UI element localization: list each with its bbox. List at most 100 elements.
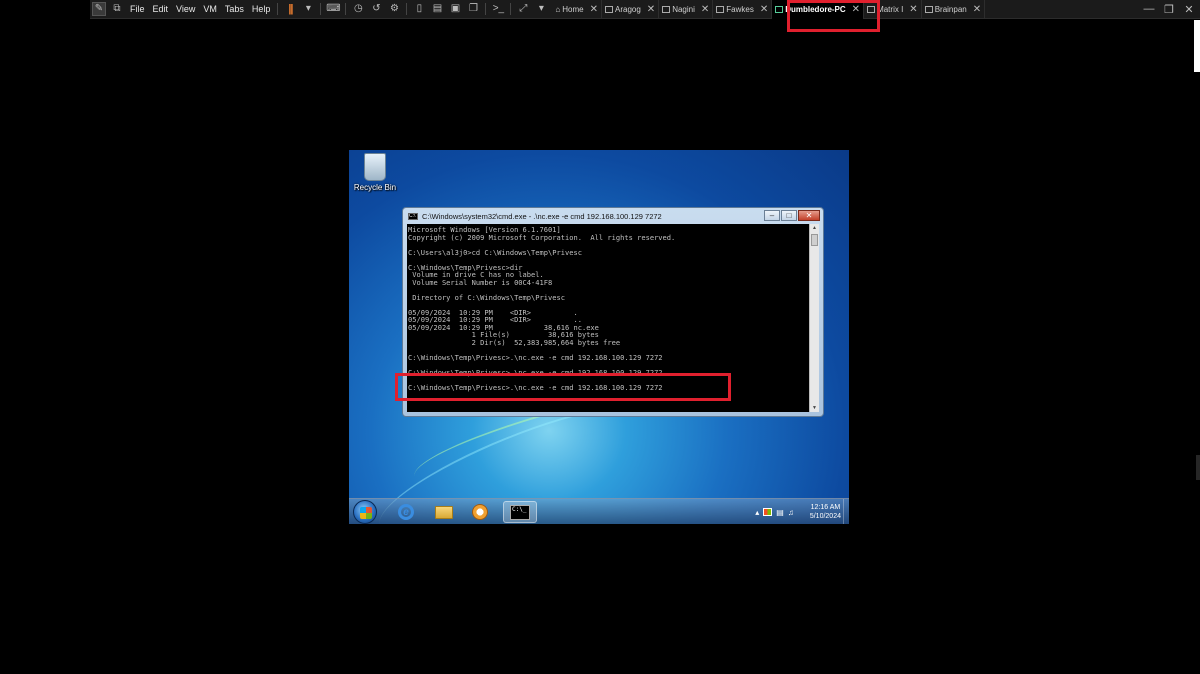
home-icon: ⌂ bbox=[555, 4, 561, 14]
cmd-icon: C:\_ bbox=[510, 504, 530, 520]
close-icon[interactable]: ✕ bbox=[647, 4, 655, 15]
tab-aragog[interactable]: Aragog ✕ bbox=[602, 0, 660, 19]
view-sidebar-icon[interactable]: ▯ bbox=[412, 2, 426, 16]
toolbar-separator bbox=[320, 3, 322, 15]
toolbar-separator bbox=[277, 3, 279, 15]
guest-desktop[interactable]: Recycle Bin C:\ C:\Windows\system32\cmd.… bbox=[349, 150, 849, 524]
unity-icon[interactable]: ❐ bbox=[466, 2, 480, 16]
menu-file[interactable]: File bbox=[126, 4, 149, 14]
close-button[interactable]: ✕ bbox=[798, 210, 820, 221]
toolbar-separator bbox=[485, 3, 487, 15]
clock-date: 5/10/2024 bbox=[809, 513, 841, 520]
menu-tabs[interactable]: Tabs bbox=[221, 4, 248, 14]
scroll-up-icon[interactable]: ▲ bbox=[810, 224, 819, 232]
tab-label: Home bbox=[562, 4, 584, 14]
tab-label: Aragog bbox=[615, 4, 641, 14]
taskbar: e C:\_ ▴ ▤ ♫ 12:16 AM 5/10/2024 bbox=[349, 498, 849, 524]
chevron-down-icon[interactable]: ▾ bbox=[534, 2, 548, 16]
console-icon[interactable]: >_ bbox=[491, 2, 505, 16]
scroll-thumb[interactable] bbox=[811, 234, 818, 246]
toolbar-separator bbox=[406, 3, 408, 15]
close-icon[interactable]: ✕ bbox=[701, 4, 709, 15]
clock[interactable]: 12:16 AM 5/10/2024 bbox=[810, 503, 841, 521]
cmd-window-controls: – □ ✕ bbox=[763, 210, 820, 221]
close-icon[interactable]: ✕ bbox=[973, 4, 981, 15]
toolbar-separator bbox=[345, 3, 347, 15]
show-desktop-button[interactable] bbox=[843, 499, 849, 524]
pause-icon[interactable]: || bbox=[283, 2, 297, 16]
tab-brainpan[interactable]: Brainpan ✕ bbox=[922, 0, 986, 19]
tab-label: Brainpan bbox=[934, 4, 967, 14]
clock-time: 12:16 AM bbox=[810, 504, 841, 511]
toolbar-separator bbox=[510, 3, 512, 15]
recycle-bin-shortcut[interactable]: Recycle Bin bbox=[353, 153, 397, 192]
vm-tab-strip: ⌂ Home ✕ Aragog ✕ Nagini ✕ Fawkes ✕ Dumb… bbox=[552, 0, 986, 19]
library-icon[interactable]: ⧉ bbox=[110, 2, 124, 16]
taskbar-ie[interactable]: e bbox=[391, 501, 421, 523]
recycle-bin-label: Recycle Bin bbox=[353, 183, 397, 192]
menu-help[interactable]: Help bbox=[248, 4, 275, 14]
media-player-icon bbox=[472, 504, 488, 520]
console-line: C:\Users\al3j0>cd C:\Windows\Temp\Prives… bbox=[408, 247, 582, 257]
console-line: Directory of C:\Windows\Temp\Privesc bbox=[408, 292, 565, 302]
host-window-edge bbox=[1196, 455, 1200, 480]
highlight-box-command bbox=[395, 373, 731, 401]
tab-label: Nagini bbox=[672, 4, 695, 14]
stretch-icon[interactable]: ⤢ bbox=[516, 2, 530, 16]
internet-explorer-icon: e bbox=[398, 504, 414, 520]
vm-icon bbox=[716, 5, 725, 13]
view-thumbnail-icon[interactable]: ▤ bbox=[430, 2, 444, 16]
send-keys-icon[interactable]: ⌨ bbox=[326, 2, 340, 16]
vm-running-icon bbox=[775, 5, 784, 13]
menu-edit[interactable]: Edit bbox=[149, 4, 173, 14]
chevron-up-icon[interactable]: ▴ bbox=[755, 508, 759, 517]
host-window-edge bbox=[1194, 20, 1200, 72]
tab-label: Matrix I bbox=[877, 4, 904, 14]
close-icon[interactable]: ✕ bbox=[760, 4, 768, 15]
console-line: Copyright (c) 2009 Microsoft Corporation… bbox=[408, 232, 676, 242]
snapshot-manager-icon[interactable]: ⚙ bbox=[387, 2, 401, 16]
console-line: 2 Dir(s) 52,383,985,664 bytes free bbox=[408, 337, 621, 347]
cmd-titlebar[interactable]: C:\ C:\Windows\system32\cmd.exe - .\nc.e… bbox=[403, 208, 823, 224]
taskbar-explorer[interactable] bbox=[429, 501, 459, 523]
system-tray: ▴ ▤ ♫ 12:16 AM 5/10/2024 bbox=[753, 502, 841, 522]
vm-icon bbox=[924, 5, 933, 13]
revert-snapshot-icon[interactable]: ↺ bbox=[369, 2, 383, 16]
fullscreen-icon[interactable]: ▣ bbox=[448, 2, 462, 16]
tab-nagini[interactable]: Nagini ✕ bbox=[659, 0, 714, 19]
action-center-icon[interactable] bbox=[763, 508, 773, 516]
vertical-scrollbar[interactable]: ▲ ▼ bbox=[809, 224, 819, 412]
taskbar-cmd[interactable]: C:\_ bbox=[503, 501, 537, 523]
cmd-title-text: C:\Windows\system32\cmd.exe - .\nc.exe -… bbox=[422, 211, 662, 221]
console-output: Microsoft Windows [Version 6.1.7601] Copy… bbox=[408, 226, 811, 391]
chevron-down-icon[interactable]: ▾ bbox=[301, 2, 315, 16]
window-controls: — ❐ ✕ bbox=[1136, 3, 1196, 16]
menu-vm[interactable]: VM bbox=[199, 4, 221, 14]
recycle-bin-icon bbox=[364, 153, 386, 181]
tab-home[interactable]: ⌂ Home ✕ bbox=[552, 0, 602, 19]
restore-icon[interactable]: ❐ bbox=[1162, 3, 1176, 16]
close-icon[interactable]: ✕ bbox=[909, 4, 917, 15]
scroll-down-icon[interactable]: ▼ bbox=[810, 404, 819, 412]
minimize-button[interactable]: – bbox=[764, 210, 780, 221]
console-line: Volume Serial Number is 00C4-41F8 bbox=[408, 277, 553, 287]
network-icon[interactable]: ▤ bbox=[776, 508, 784, 517]
close-icon[interactable]: ✕ bbox=[1182, 3, 1196, 16]
volume-icon[interactable]: ♫ bbox=[788, 508, 794, 517]
menu-view[interactable]: View bbox=[172, 4, 199, 14]
minimize-icon[interactable]: — bbox=[1142, 3, 1156, 15]
vm-icon bbox=[662, 5, 671, 13]
snapshot-icon[interactable]: ◷ bbox=[351, 2, 365, 16]
tab-fawkes[interactable]: Fawkes ✕ bbox=[713, 0, 773, 19]
vmware-toolbar: ✎ ⧉ File Edit View VM Tabs Help || ▾ ⌨ ◷… bbox=[90, 0, 1200, 19]
start-button[interactable] bbox=[353, 500, 377, 524]
close-icon[interactable]: ✕ bbox=[590, 4, 598, 15]
maximize-button[interactable]: □ bbox=[781, 210, 797, 221]
highlight-box-tab bbox=[787, 0, 880, 32]
tab-label: Fawkes bbox=[726, 4, 754, 14]
pin-icon[interactable]: ✎ bbox=[92, 2, 106, 16]
vm-icon bbox=[605, 5, 613, 13]
taskbar-media-player[interactable] bbox=[465, 501, 495, 523]
folder-icon bbox=[435, 505, 453, 519]
cmd-icon: C:\ bbox=[408, 212, 418, 220]
